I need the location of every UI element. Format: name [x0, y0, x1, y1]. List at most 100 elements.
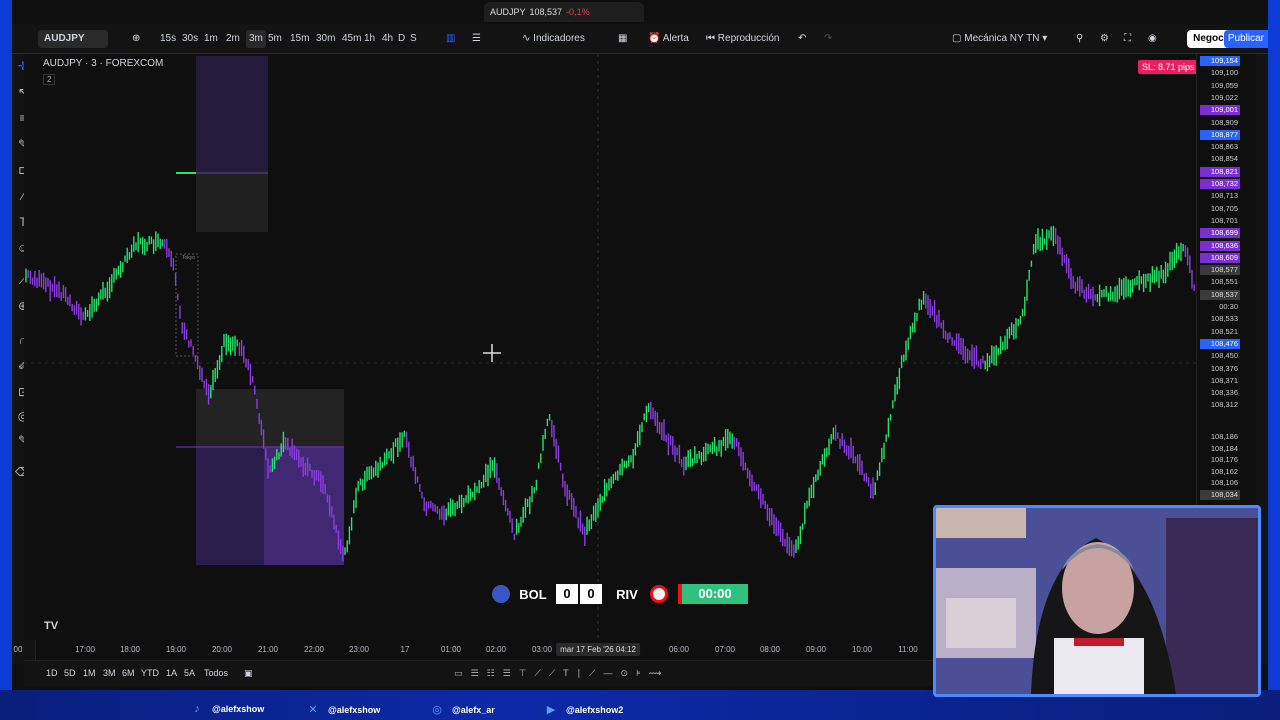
- instagram-icon: ◎: [432, 704, 442, 716]
- layouts-icon[interactable]: ▦: [618, 30, 627, 48]
- interval-30m[interactable]: 30m: [316, 30, 335, 48]
- replay-button[interactable]: ⏮ Reproducción: [706, 30, 780, 48]
- social-link[interactable]: ♪ @alefxshow: [190, 703, 264, 715]
- price-label: 108,705: [1210, 203, 1238, 213]
- price-label: 108,701: [1210, 215, 1238, 225]
- interval-3m[interactable]: 3m: [246, 30, 266, 48]
- price-label: 108,537: [1200, 289, 1240, 300]
- range-Todos[interactable]: Todos: [204, 668, 228, 678]
- time-label: 20:00: [211, 645, 233, 654]
- away-crest-icon: [650, 585, 668, 603]
- price-label: 108,854: [1210, 154, 1238, 164]
- time-label: 00: [13, 645, 23, 654]
- tab-symbol: AUDJPY: [490, 7, 526, 17]
- camera-icon[interactable]: ◉: [1148, 30, 1157, 48]
- replay-label: Reproducción: [717, 33, 780, 44]
- interval-15m[interactable]: 15m: [290, 30, 309, 48]
- time-label: 19:00: [165, 645, 187, 654]
- price-label: 108,476: [1200, 338, 1240, 349]
- top-toolbar: AUDJPY ⊕ 15s 30s 1m 2m 3m 5m 15m 30m 45m 1h 4h D S ▥…: [12, 24, 1268, 54]
- symbol-search-button[interactable]: AUDJPY: [38, 30, 108, 48]
- range-1M[interactable]: 1M: [83, 668, 96, 678]
- range-5A[interactable]: 5A: [184, 668, 195, 678]
- add-symbol-icon[interactable]: ⊕: [132, 30, 140, 48]
- tab-change: -0,1%: [566, 7, 590, 17]
- time-label: 23:00: [348, 645, 370, 654]
- range-zone-gray: [196, 389, 344, 447]
- undo-icon[interactable]: ↶: [798, 30, 806, 48]
- date-range-icon[interactable]: ▣: [244, 668, 253, 679]
- publish-button[interactable]: Publicar: [1223, 30, 1268, 48]
- price-label: 109,154: [1200, 56, 1240, 66]
- alert-button[interactable]: ⏰ Alerta: [648, 30, 689, 48]
- price-label: 108,176: [1210, 455, 1238, 464]
- crosshair-cursor-icon: [483, 344, 501, 362]
- price-label: 108,821: [1200, 166, 1240, 177]
- search-icon[interactable]: ⚲: [1076, 30, 1083, 48]
- price-label: 108,713: [1210, 191, 1238, 201]
- time-label: 22:00: [303, 645, 325, 654]
- social-handle: @alefxshow: [212, 704, 265, 714]
- interval-D[interactable]: D: [398, 30, 405, 48]
- price-label: 109,022: [1210, 92, 1238, 102]
- social-handle: @alefxshow: [328, 705, 381, 715]
- drawing-quick-tools[interactable]: ▭☰☷☰⊤⟋⟋T∣⟋—⊙⊧⟿: [454, 668, 670, 679]
- price-label: 108,034: [1200, 489, 1240, 500]
- range-5D[interactable]: 5D: [64, 668, 76, 678]
- interval-1m[interactable]: 1m: [204, 30, 218, 48]
- stream-frame: AUDJPY 108,537 -0,1% AUDJPY ⊕ 15s 30s 1m 2m…: [0, 0, 1280, 720]
- session-zone-top: [196, 56, 268, 176]
- bar-style-icon[interactable]: ▥: [446, 30, 455, 48]
- interval-2m[interactable]: 2m: [226, 30, 240, 48]
- home-team: BOL: [519, 586, 547, 602]
- price-label: 108,863: [1210, 142, 1238, 152]
- crosshair-time-label: mar 17 Feb '26 04:12: [556, 643, 640, 656]
- indicators-button[interactable]: ∿ Indicadores: [522, 30, 585, 48]
- layout-name: Mecánica NY TN: [964, 33, 1040, 44]
- range-YTD[interactable]: YTD: [141, 668, 159, 678]
- price-label: 108,877: [1200, 129, 1240, 140]
- time-label: 09:00: [805, 645, 827, 654]
- range-zone-purple-dark: [264, 447, 344, 565]
- time-label: 01:00: [440, 645, 462, 654]
- redo-icon[interactable]: ↷: [824, 30, 832, 48]
- range-1D[interactable]: 1D: [46, 668, 58, 678]
- alert-icon: ⏰: [648, 33, 663, 44]
- interval-30s[interactable]: 30s: [182, 30, 198, 48]
- range-6M[interactable]: 6M: [122, 668, 135, 678]
- settings-icon[interactable]: ⚙: [1100, 30, 1109, 48]
- stop-loss-badge: SL: 8.71 pips: [1138, 60, 1199, 74]
- price-label: 108,376: [1210, 363, 1238, 373]
- price-label: 00:30: [1219, 302, 1238, 311]
- interval-1h[interactable]: 1h: [364, 30, 375, 48]
- interval-45m[interactable]: 45m: [342, 30, 361, 48]
- chart-type-icon[interactable]: ☰: [472, 30, 481, 48]
- symbol-legend[interactable]: AUDJPY · 3 · FOREXCOM: [43, 58, 163, 69]
- interval-15s[interactable]: 15s: [160, 30, 176, 48]
- interval-4h[interactable]: 4h: [382, 30, 393, 48]
- browser-tab[interactable]: AUDJPY 108,537 -0,1%: [484, 2, 644, 22]
- indicators-icon: ∿: [522, 33, 534, 44]
- interval-5m[interactable]: 5m: [268, 30, 282, 48]
- range-1A[interactable]: 1A: [166, 668, 177, 678]
- social-link[interactable]: ▶ @alefxshow2: [544, 703, 624, 716]
- time-label: 11:00: [898, 645, 918, 654]
- social-link[interactable]: ◎ @alefx_ar: [430, 703, 495, 716]
- range-3M[interactable]: 3M: [103, 668, 116, 678]
- tokyo-box: [175, 253, 199, 357]
- time-label: 06:00: [668, 645, 690, 654]
- youtube-icon: ▶: [546, 704, 556, 716]
- fullscreen-icon[interactable]: ⛶: [1124, 30, 1131, 48]
- away-team: RIV: [616, 586, 638, 602]
- price-label: 108,162: [1210, 466, 1238, 476]
- legend-collapse-toggle[interactable]: 2: [43, 74, 56, 85]
- social-handle: @alefx_ar: [452, 705, 495, 715]
- time-label: 10:00: [851, 645, 873, 654]
- interval-S[interactable]: S: [410, 30, 417, 48]
- social-link[interactable]: ✕ @alefxshow: [306, 703, 380, 716]
- session-zone-gray: [196, 176, 268, 232]
- price-label: 108,312: [1210, 400, 1238, 410]
- time-label: 17:00: [74, 645, 96, 654]
- price-label: 108,699: [1200, 228, 1240, 239]
- layout-name-button[interactable]: ▢ Mecánica NY TN ▾: [952, 30, 1047, 48]
